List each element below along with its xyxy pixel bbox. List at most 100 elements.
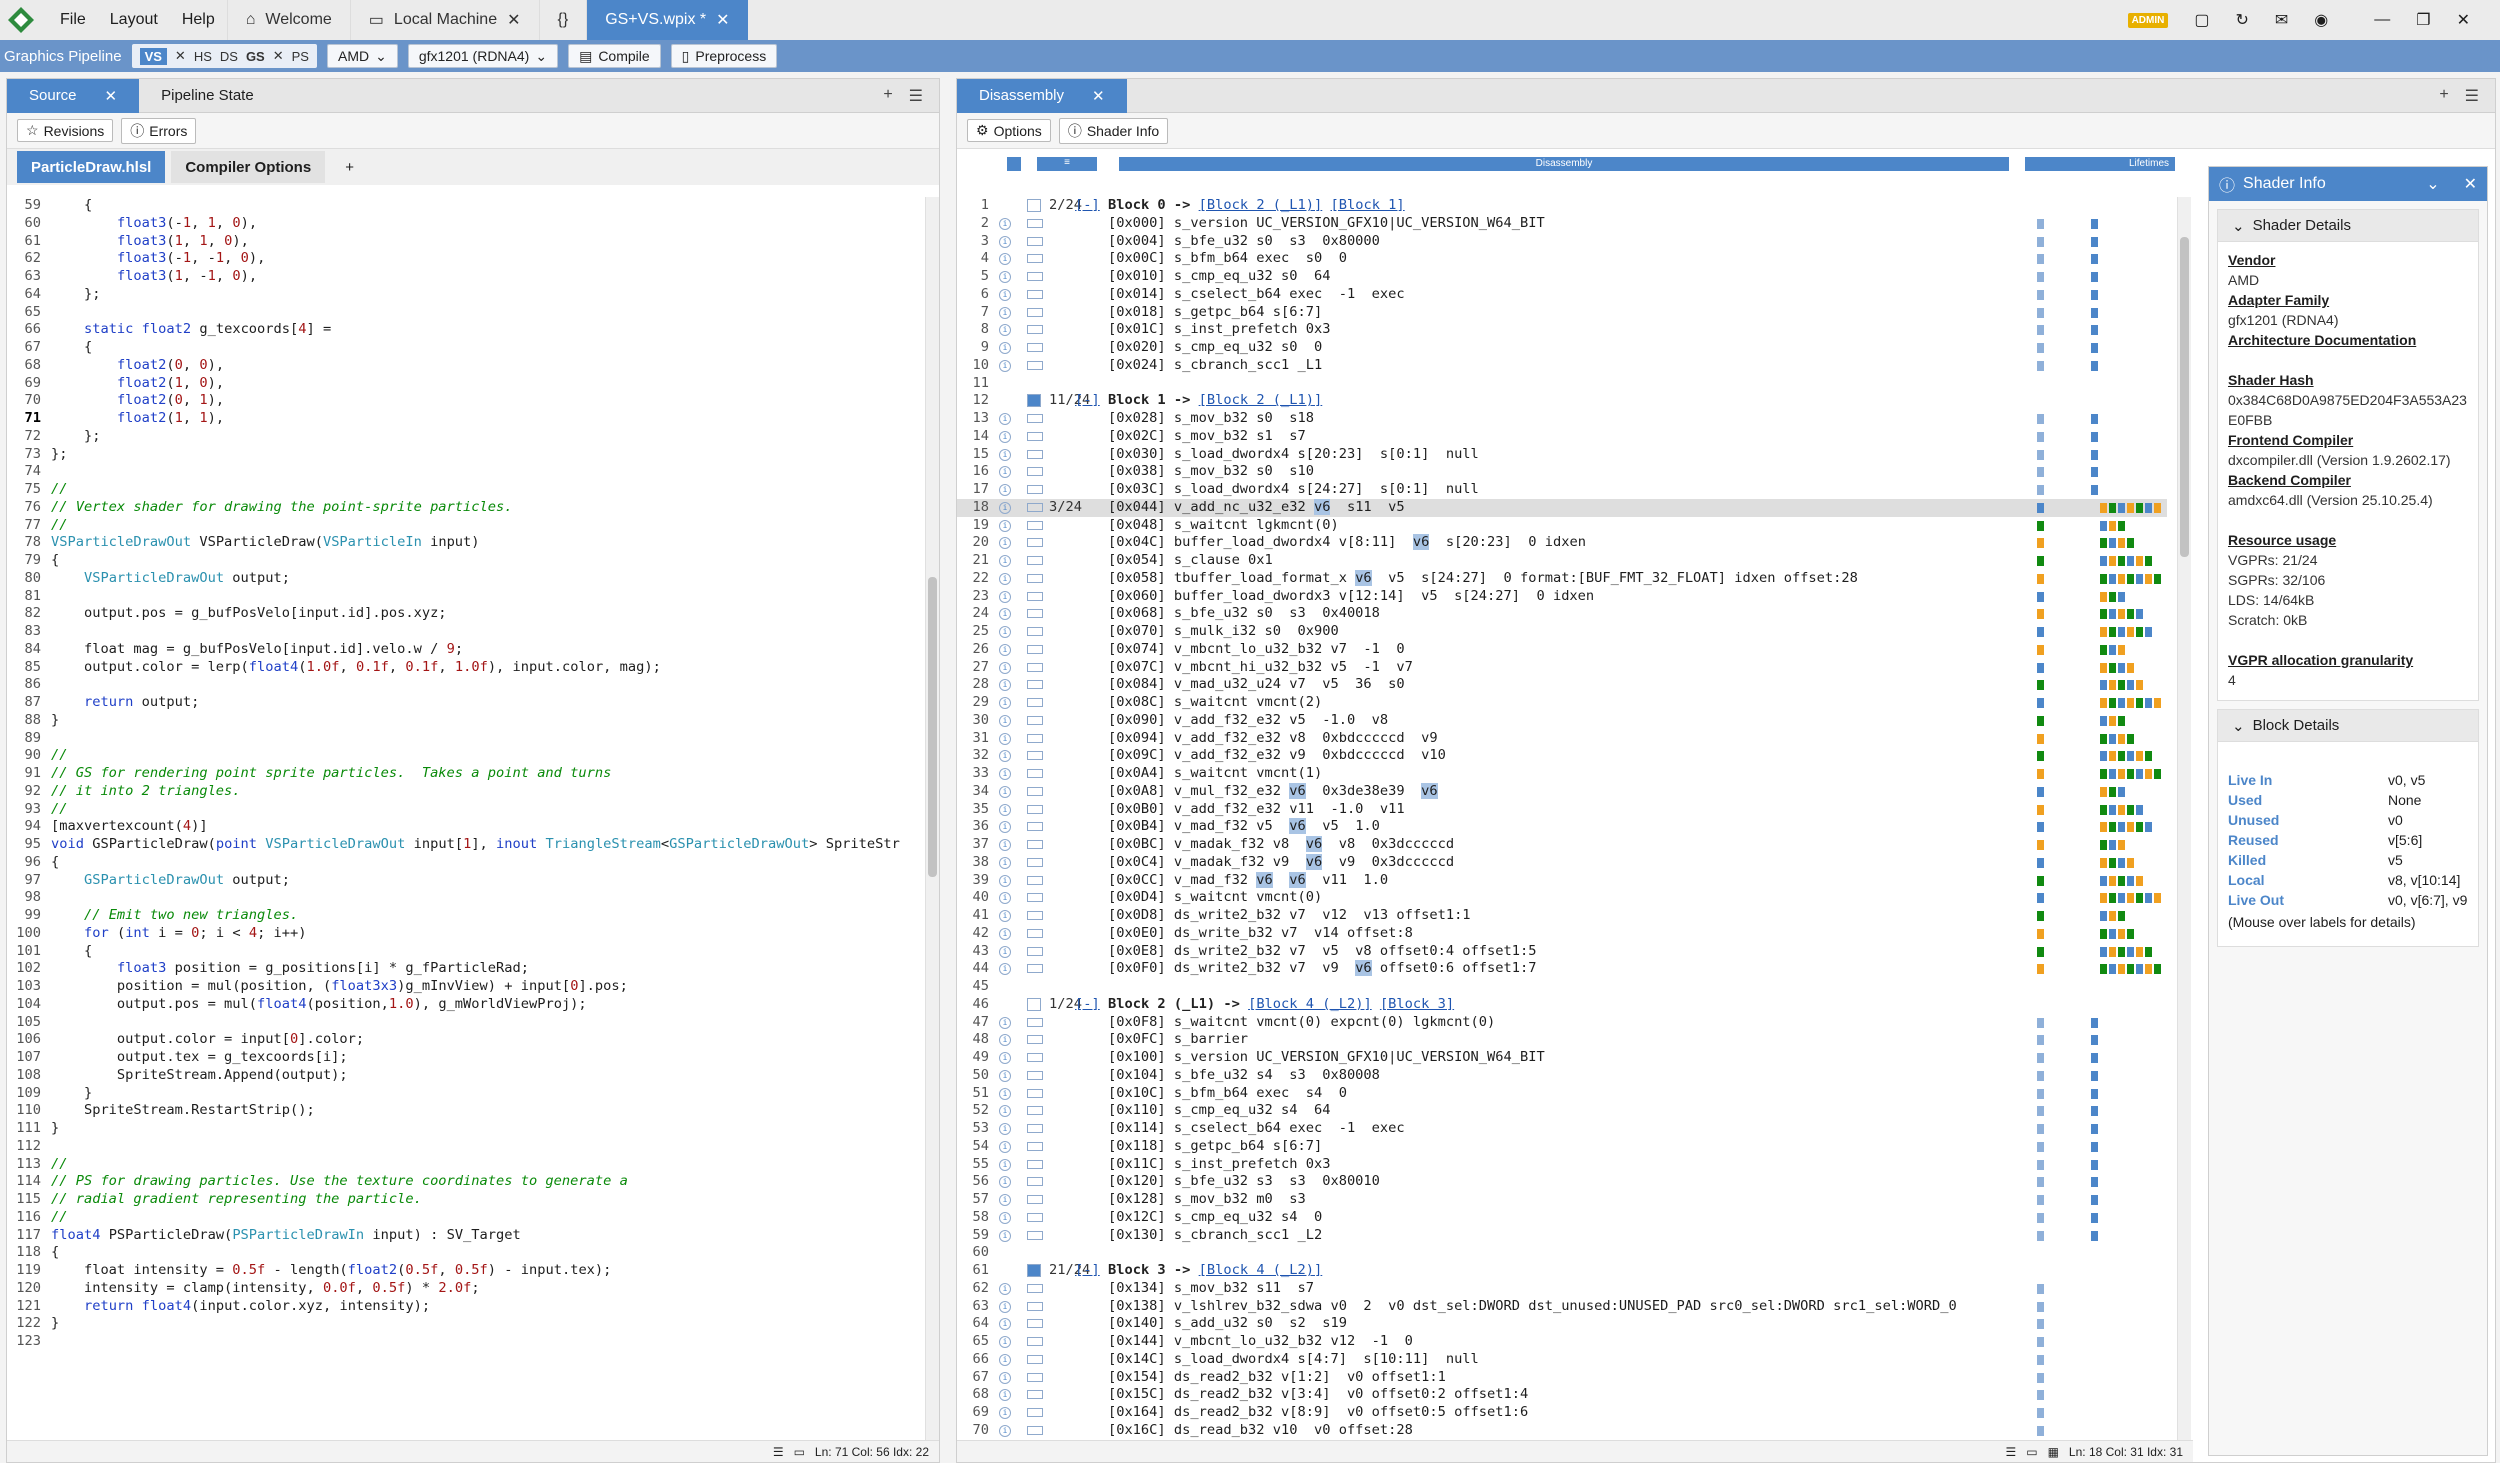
- wrap-icon[interactable]: ▭: [2026, 1445, 2037, 1459]
- options-button[interactable]: ⚙ Options: [967, 119, 1051, 142]
- disassembly-row[interactable]: 18 i 3/24 [0x044] v_add_nc_u32_e32 v6 s11 …: [957, 498, 2167, 517]
- info-icon[interactable]: i: [999, 892, 1011, 905]
- code-line[interactable]: 69 float2(1, 0),: [7, 375, 923, 393]
- disassembly-row[interactable]: 17 i [0x03C] s_load_dwordx4 s[24:27] s[0:…: [957, 481, 2167, 499]
- close-icon[interactable]: ✕: [105, 87, 118, 105]
- disassembly-listing[interactable]: 1 2/24 [-] Block 0 -> [Block 2 (_L1)] [Blo…: [957, 197, 2167, 1440]
- tab-pipeline-state[interactable]: Pipeline State: [139, 79, 276, 113]
- info-icon[interactable]: i: [999, 750, 1011, 763]
- add-icon[interactable]: +: [2439, 86, 2448, 106]
- section-heading[interactable]: Architecture Documentation: [2228, 332, 2416, 348]
- info-icon[interactable]: i: [999, 1052, 1011, 1064]
- code-line[interactable]: 66 static float2 g_texcoords[4] =: [7, 321, 923, 339]
- code-line[interactable]: 85 output.color = lerp(float4(1.0f, 0.1f…: [7, 659, 923, 677]
- disassembly-row[interactable]: 55 i [0x11C] s_inst_prefetch 0x3: [957, 1156, 2167, 1174]
- disassembly-row[interactable]: 22 i [0x058] tbuffer_load_format_x v6 v5 …: [957, 569, 2167, 588]
- code-line[interactable]: 118 {: [7, 1244, 923, 1262]
- menu-icon[interactable]: ☰: [2465, 86, 2479, 106]
- disassembly-row[interactable]: 68 i [0x15C] ds_read2_b32 v[3:4] v0 offse…: [957, 1386, 2167, 1404]
- info-icon[interactable]: i: [999, 342, 1011, 354]
- info-icon[interactable]: i: [999, 555, 1011, 567]
- disassembly-row[interactable]: 11: [957, 375, 2167, 393]
- info-icon[interactable]: i: [999, 484, 1011, 496]
- disassembly-row[interactable]: 1 2/24 [-] Block 0 -> [Block 2 (_L1)] [Blo…: [957, 197, 2167, 215]
- disassembly-row[interactable]: 57 i [0x128] s_mov_b32 m0 s3: [957, 1191, 2167, 1209]
- code-line[interactable]: 83: [7, 623, 923, 641]
- info-icon[interactable]: i: [999, 1194, 1011, 1206]
- info-icon[interactable]: i: [999, 1336, 1011, 1348]
- disassembly-row[interactable]: 52 i [0x110] s_cmp_eq_u32 s4 64: [957, 1102, 2167, 1120]
- block-detail-label[interactable]: Live In: [2228, 770, 2388, 790]
- disassembly-row[interactable]: 24 i [0x068] s_bfe_u32 s0 s3 0x40018: [957, 605, 2167, 623]
- info-icon[interactable]: i: [999, 1158, 1011, 1171]
- disassembly-row[interactable]: 12 11/24 [-] Block 1 -> [Block 2 (_L1)]: [957, 392, 2167, 410]
- disassembly-row[interactable]: 54 i [0x118] s_getpc_b64 s[6:7]: [957, 1138, 2167, 1156]
- disassembly-row[interactable]: 2i [0x000] s_version UC_VERSION_GFX10|UC…: [957, 215, 2167, 233]
- code-line[interactable]: 75 //: [7, 481, 923, 499]
- disassembly-row[interactable]: 4i [0x00C] s_bfm_b64 exec s0 0: [957, 250, 2167, 268]
- tab-gs-vs-wpix[interactable]: GS+VS.wpix * ✕: [586, 0, 748, 40]
- disassembly-row[interactable]: 31 i [0x094] v_add_f32_e32 v8 0xbdcccccd …: [957, 730, 2167, 748]
- disassembly-row[interactable]: 62 i [0x134] s_mov_b32 s11 s7: [957, 1280, 2167, 1298]
- code-line[interactable]: 86: [7, 676, 923, 694]
- disassembly-row[interactable]: 5i [0x010] s_cmp_eq_u32 s0 64: [957, 268, 2167, 286]
- code-line[interactable]: 107 output.tex = g_texcoords[i];: [7, 1049, 923, 1067]
- disassembly-row[interactable]: 65 i [0x144] v_mbcnt_lo_u32_b32 v12 -1 0: [957, 1333, 2167, 1351]
- disassembly-row[interactable]: 37 i [0x0BC] v_madak_f32 v8 v6 v8 0x3dccc…: [957, 836, 2167, 854]
- disassembly-row[interactable]: 70 i [0x16C] ds_read_b32 v10 v0 offset:28: [957, 1422, 2167, 1440]
- block-link[interactable]: [Block 2 (_L1)]: [1199, 197, 1323, 213]
- disassembly-row[interactable]: 29 i [0x08C] s_waitcnt vmcnt(2): [957, 694, 2167, 712]
- block-link[interactable]: [Block 4 (_L2)]: [1199, 1262, 1323, 1278]
- tab-source[interactable]: Source ✕: [7, 78, 140, 113]
- disassembly-row[interactable]: 69 i [0x164] ds_read2_b32 v[8:9] v0 offse…: [957, 1404, 2167, 1422]
- stage-gs[interactable]: GS: [246, 49, 265, 64]
- code-line[interactable]: 91 // GS for rendering point sprite parti…: [7, 765, 923, 783]
- discord-icon[interactable]: ◉: [2314, 10, 2328, 30]
- info-icon[interactable]: i: [999, 466, 1011, 479]
- minimize-icon[interactable]: —: [2374, 11, 2390, 29]
- code-line[interactable]: 119 float intensity = 0.5f - length(floa…: [7, 1262, 923, 1280]
- block-detail-label[interactable]: Reused: [2228, 830, 2388, 850]
- block-detail-label[interactable]: Live Out: [2228, 890, 2388, 910]
- menu-layout[interactable]: Layout: [98, 0, 170, 40]
- disassembly-row[interactable]: 60: [957, 1244, 2167, 1262]
- disassembly-row[interactable]: 14 i [0x02C] s_mov_b32 s1 s7: [957, 428, 2167, 446]
- info-icon[interactable]: i: [999, 519, 1011, 532]
- info-icon[interactable]: i: [999, 626, 1011, 638]
- disassembly-row[interactable]: 34 i [0x0A8] v_mul_f32_e32 v6 0x3de38e39 …: [957, 782, 2167, 801]
- info-icon[interactable]: i: [999, 803, 1011, 816]
- disassembly-row[interactable]: 16 i [0x038] s_mov_b32 s0 s10: [957, 463, 2167, 481]
- code-line[interactable]: 65: [7, 304, 923, 322]
- info-icon[interactable]: i: [999, 1389, 1011, 1402]
- info-icon[interactable]: i: [999, 785, 1011, 798]
- info-icon[interactable]: i: [999, 271, 1011, 283]
- code-line[interactable]: 63 float3(1, -1, 0),: [7, 268, 923, 286]
- code-line[interactable]: 113 //: [7, 1156, 923, 1174]
- close-icon[interactable]: ✕: [2464, 174, 2477, 194]
- disassembly-row[interactable]: 25 i [0x070] s_mulk_i32 s0 0x900: [957, 623, 2167, 641]
- info-icon[interactable]: i: [999, 235, 1011, 248]
- disassembly-row[interactable]: 36 i [0x0B4] v_mad_f32 v5 v6 v5 1.0: [957, 818, 2167, 836]
- disassembly-row[interactable]: 45: [957, 978, 2167, 996]
- info-icon[interactable]: i: [999, 1034, 1011, 1047]
- info-icon[interactable]: i: [999, 1318, 1011, 1331]
- code-line[interactable]: 121 return float4(input.color.xyz, inten…: [7, 1298, 923, 1316]
- disassembly-row[interactable]: 66 i [0x14C] s_load_dwordx4 s[4:7] s[10:1…: [957, 1351, 2167, 1369]
- info-icon[interactable]: i: [999, 253, 1011, 266]
- code-line[interactable]: 117 float4 PSParticleDraw(PSParticleDrawI…: [7, 1227, 923, 1245]
- code-line[interactable]: 77 //: [7, 517, 923, 535]
- info-icon[interactable]: i: [999, 927, 1011, 940]
- stage-ps[interactable]: PS: [292, 49, 309, 64]
- code-line[interactable]: 93 //: [7, 801, 923, 819]
- code-line[interactable]: 103 position = mul(position, (float3x3)g…: [7, 978, 923, 996]
- disassembly-row[interactable]: 19 i [0x048] s_waitcnt lgkmcnt(0): [957, 517, 2167, 535]
- disassembly-row[interactable]: 63 i [0x138] v_lshlrev_b32_sdwa v0 2 v0 d…: [957, 1298, 2167, 1316]
- block-checkbox[interactable]: [1027, 199, 1041, 212]
- code-line[interactable]: 94 [maxvertexcount(4)]: [7, 818, 923, 836]
- code-line[interactable]: 97 GSParticleDrawOut output;: [7, 872, 923, 890]
- code-line[interactable]: 74: [7, 463, 923, 481]
- errors-button[interactable]: ⓘ Errors: [121, 117, 197, 144]
- wrap-icon[interactable]: ▭: [794, 1445, 805, 1459]
- disassembly-row[interactable]: 32 i [0x09C] v_add_f32_e32 v9 0xbdcccccd …: [957, 747, 2167, 765]
- disassembly-row[interactable]: 8i [0x01C] s_inst_prefetch 0x3: [957, 321, 2167, 339]
